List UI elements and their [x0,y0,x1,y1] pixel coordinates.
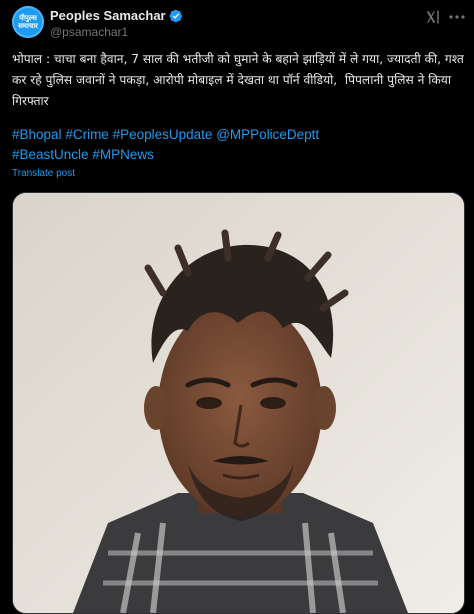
mention-mppolicedeptt[interactable]: @MPPoliceDeptt [216,127,319,142]
post-photo[interactable] [12,192,465,614]
hashtag-peoplesupdate[interactable]: #PeoplesUpdate [113,127,213,142]
author-avatar[interactable]: पीपुल्स समाचार [12,6,44,38]
author-handle[interactable]: @psamachar1 [50,25,128,39]
post-text: भोपाल : चाचा बना हैवान, 7 साल की भतीजी क… [12,52,468,108]
author-name-row: Peoples Samachar [50,8,183,23]
hashtag-mpnews[interactable]: #MPNews [92,147,154,162]
translate-post-link[interactable]: Translate post [12,168,75,179]
hashtag-beastuncle[interactable]: #BeastUncle [12,147,89,162]
photo-of-man [13,193,464,613]
hashtag-crime[interactable]: #Crime [65,127,109,142]
more-options-icon[interactable] [448,9,466,25]
grok-icon[interactable] [425,9,441,25]
tweet: पीपुल्स समाचार Peoples Samachar @psamach… [0,0,474,614]
hashtag-list: #Bhopal #Crime #PeoplesUpdate @MPPoliceD… [12,125,464,165]
author-name[interactable]: Peoples Samachar [50,8,166,23]
verified-badge-icon [169,9,182,22]
avatar-text-1: पीपुल्स [19,14,37,22]
avatar-text-2: समाचार [18,22,38,30]
hashtag-bhopal[interactable]: #Bhopal [12,127,62,142]
